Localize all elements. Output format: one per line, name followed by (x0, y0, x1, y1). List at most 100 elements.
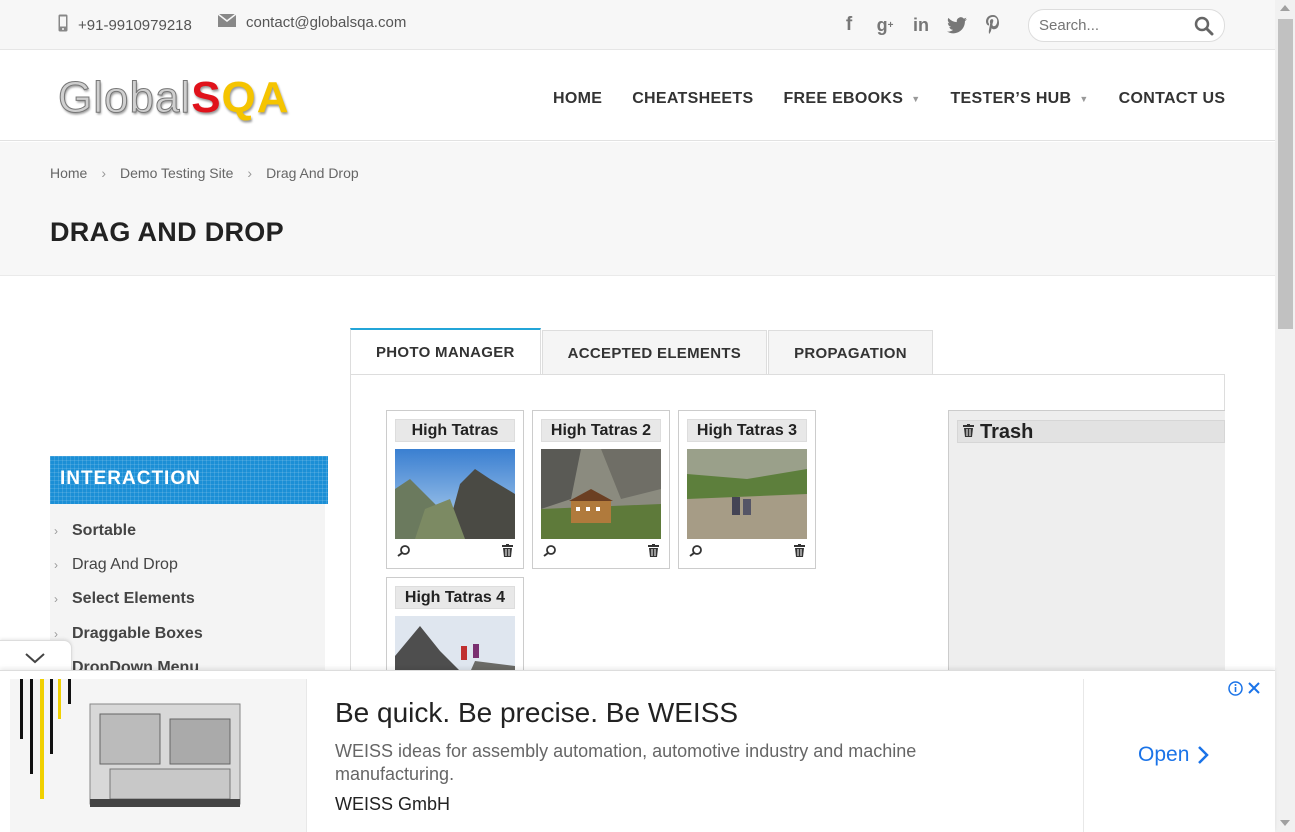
chevron-down-icon (25, 653, 45, 664)
sidebar-item-draggable-boxes[interactable]: › Draggable Boxes (54, 625, 203, 643)
search-input[interactable] (1039, 17, 1189, 34)
sidebar-item-drag-and-drop[interactable]: › Drag And Drop (54, 556, 178, 574)
ad-image[interactable] (10, 679, 306, 832)
nav-testers-hub[interactable]: TESTER’S HUB ▼ (950, 90, 1088, 108)
ad-banner[interactable]: Be quick. Be precise. Be WEISS WEISS ide… (0, 670, 1275, 832)
chevron-right-icon: › (54, 592, 58, 606)
chevron-right-icon (1198, 746, 1210, 764)
sidebar-menu: › Sortable › Drag And Drop › Select Element… (50, 504, 325, 684)
site-header: GlobalSQA HOME CHEATSHEETS FREE EBOOKS ▼ … (0, 51, 1275, 141)
scroll-up-arrow-icon[interactable] (1280, 5, 1290, 11)
twitter-icon[interactable] (946, 14, 968, 36)
trash-header: Trash (957, 420, 1225, 443)
photo-thumbnail (687, 449, 807, 539)
nav-label: FREE EBOOKS (783, 90, 904, 107)
chevron-down-icon: ▼ (911, 94, 921, 104)
tab-label: ACCEPTED ELEMENTS (567, 344, 742, 362)
nav-label: HOME (553, 90, 603, 107)
sidebar-item-label: Select Elements (72, 590, 195, 607)
gallery-item[interactable]: High Tatras 2 (532, 410, 670, 569)
email-contact[interactable]: contact@globalsqa.com (217, 13, 406, 31)
main-nav: HOME CHEATSHEETS FREE EBOOKS ▼ TESTER’S H… (553, 90, 1255, 108)
ad-text-block[interactable]: Be quick. Be precise. Be WEISS WEISS ide… (306, 679, 1084, 832)
page-title-bar: Home › Demo Testing Site › Drag And Drop… (0, 142, 1275, 276)
ad-description: WEISS ideas for assembly automation, aut… (335, 741, 917, 784)
gallery-item-title: High Tatras (395, 419, 515, 442)
gallery-item-title: High Tatras 3 (687, 419, 807, 442)
gallery-item-title: High Tatras 2 (541, 419, 661, 442)
breadcrumb-separator: › (101, 165, 107, 181)
gallery-item[interactable]: High Tatras (386, 410, 524, 569)
search-icon[interactable] (1194, 16, 1214, 41)
tab-accepted-elements[interactable]: ACCEPTED ELEMENTS (541, 330, 768, 375)
mail-icon (217, 13, 237, 31)
breadcrumb-current: Drag And Drop (266, 165, 359, 181)
zoom-icon[interactable] (543, 544, 557, 562)
breadcrumb-demo-testing-site[interactable]: Demo Testing Site (120, 165, 233, 181)
nav-label: TESTER’S HUB (950, 90, 1072, 107)
facebook-icon[interactable]: f (838, 14, 860, 36)
sidebar-item-label: Drag And Drop (72, 556, 178, 573)
ad-brand: WEISS GmbH (335, 794, 451, 814)
sidebar-item-label: Draggable Boxes (72, 625, 203, 642)
top-bar: +91-9910979218 contact@globalsqa.com f g… (0, 0, 1275, 50)
phone-contact: +91-9910979218 (58, 14, 192, 36)
chevron-down-icon: ▼ (1079, 94, 1089, 104)
chevron-right-icon: › (54, 627, 58, 641)
zoom-icon[interactable] (689, 544, 703, 562)
phone-number: +91-9910979218 (78, 16, 192, 34)
sidebar-item-sortable[interactable]: › Sortable (54, 522, 136, 540)
trash-dropzone[interactable]: Trash (948, 410, 1225, 685)
trash-icon (963, 424, 974, 437)
photo-thumbnail (395, 449, 515, 539)
social-links: f g + in (838, 14, 1004, 36)
gallery-item-title: High Tatras 4 (395, 586, 515, 609)
tab-propagation[interactable]: PROPAGATION (768, 330, 933, 375)
scroll-down-arrow-icon[interactable] (1280, 820, 1290, 826)
breadcrumb-home[interactable]: Home (50, 165, 87, 181)
nav-label: CHEATSHEETS (632, 90, 754, 107)
nav-label: CONTACT US (1118, 90, 1226, 107)
breadcrumb: Home › Demo Testing Site › Drag And Drop (50, 165, 359, 181)
logo-text-global: Global (57, 73, 192, 123)
trash-icon[interactable] (648, 544, 659, 562)
nav-home[interactable]: HOME (553, 90, 602, 108)
trash-icon[interactable] (794, 544, 805, 562)
page-scrollbar[interactable] (1275, 0, 1295, 832)
ad-open-button[interactable]: Open (1138, 743, 1210, 767)
gallery-item[interactable]: High Tatras 3 (678, 410, 816, 569)
ad-info-icon[interactable] (1228, 681, 1243, 701)
sidebar-item-label: Sortable (72, 522, 137, 539)
linkedin-icon[interactable]: in (910, 14, 932, 36)
nav-contact-us[interactable]: CONTACT US (1119, 90, 1226, 108)
ad-title[interactable]: Be quick. Be precise. Be WEISS (335, 697, 738, 729)
tab-photo-manager[interactable]: PHOTO MANAGER (350, 328, 541, 375)
nav-cheatsheets[interactable]: CHEATSHEETS (632, 90, 753, 108)
logo-text-qa: QA (221, 73, 290, 122)
chevron-right-icon: › (54, 558, 58, 572)
sidebar-title: INTERACTION (60, 468, 201, 489)
site-logo[interactable]: GlobalSQA (57, 73, 290, 123)
page-title: DRAG AND DROP (50, 217, 284, 247)
phone-icon (58, 14, 68, 36)
nav-free-ebooks[interactable]: FREE EBOOKS ▼ (783, 90, 920, 108)
zoom-icon[interactable] (397, 544, 411, 562)
pinterest-icon[interactable] (982, 14, 1004, 36)
tab-label: PROPAGATION (794, 344, 907, 362)
trash-icon[interactable] (502, 544, 513, 562)
sidebar-heading: INTERACTION (50, 456, 328, 504)
trash-title: Trash (980, 421, 1034, 443)
scrollbar-thumb[interactable] (1278, 19, 1293, 329)
breadcrumb-separator: › (247, 165, 253, 181)
ad-open-label: Open (1138, 743, 1190, 766)
ad-close-icon[interactable] (1247, 681, 1261, 700)
search-box (1028, 9, 1225, 42)
logo-text-s: S (191, 73, 222, 122)
tab-label: PHOTO MANAGER (376, 344, 515, 361)
demo-tabs: PHOTO MANAGER ACCEPTED ELEMENTS PROPAGAT… (350, 328, 934, 375)
email-address[interactable]: contact@globalsqa.com (246, 14, 406, 31)
google-plus-icon[interactable]: g + (874, 14, 896, 36)
photo-thumbnail (541, 449, 661, 539)
sidebar-item-select-elements[interactable]: › Select Elements (54, 590, 195, 608)
chevron-right-icon: › (54, 524, 58, 538)
